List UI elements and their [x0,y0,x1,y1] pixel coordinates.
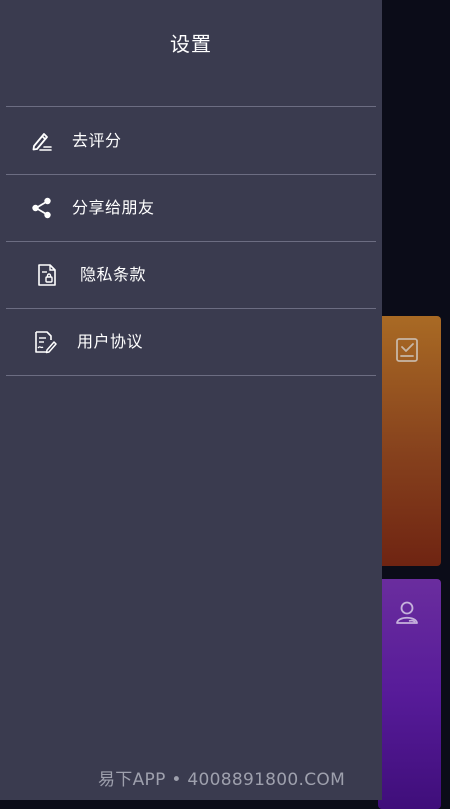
pen-rating-icon [32,133,52,151]
share-icon [32,197,51,219]
user-profile-icon [396,601,418,624]
menu-item-label: 隐私条款 [80,265,147,284]
checklist-card-icon [396,338,418,362]
menu-item-label: 分享给朋友 [72,198,155,217]
menu-item-share[interactable]: 分享给朋友 [0,175,382,241]
agreement-document-icon [35,331,57,354]
menu-item-label: 用户协议 [77,332,144,351]
drawer-title: 设置 [170,32,212,56]
divider [6,106,376,107]
divider [6,375,376,376]
menu-item-privacy[interactable]: 隐私条款 [0,242,382,308]
privacy-document-icon [38,264,56,286]
menu-item-rate[interactable]: 去评分 [0,108,382,174]
menu-item-label: 去评分 [72,131,122,150]
watermark: 易下APP • 4008891800.COM [98,770,346,790]
checklist-card[interactable] [378,316,441,566]
profile-card[interactable] [378,579,441,809]
settings-drawer: 设置 去评分 分享给朋友 隐私条款 用户协议 [0,0,382,800]
menu-item-agreement[interactable]: 用户协议 [0,309,382,375]
